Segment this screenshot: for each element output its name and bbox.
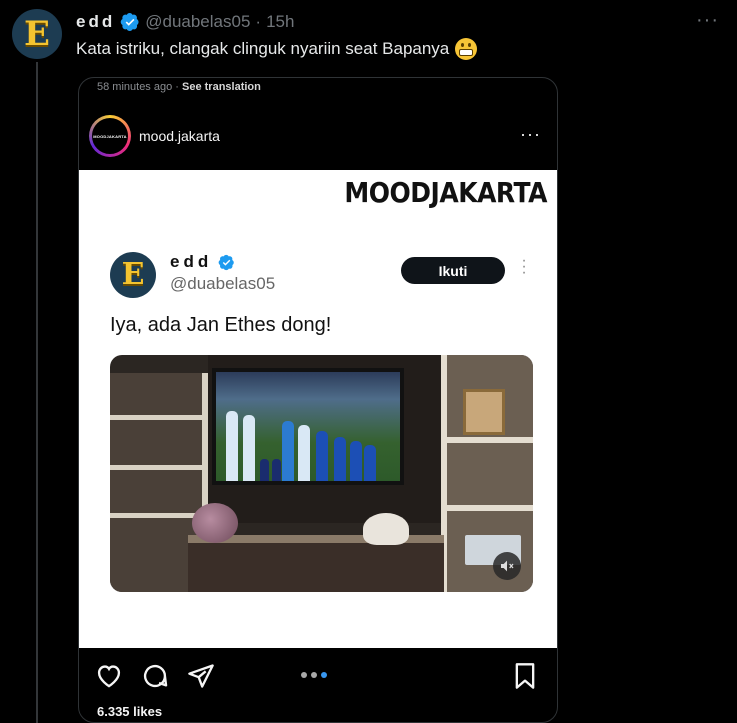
inner-handle: @duabelas05 (170, 274, 276, 293)
ig-more-icon[interactable]: ··· (520, 124, 541, 145)
tweet-text-content: Kata istriku, clangak clinguk nyariin se… (76, 39, 450, 58)
timestamp[interactable]: 15h (266, 12, 294, 32)
separator: · (255, 12, 262, 31)
carousel-dot-active (321, 672, 327, 678)
carousel-dot (301, 672, 307, 678)
verified-badge-icon (120, 13, 139, 31)
follow-button: Ikuti (401, 257, 505, 284)
comment-icon[interactable] (141, 662, 169, 690)
see-translation-link[interactable]: See translation (182, 81, 261, 93)
photo-frame (463, 389, 505, 435)
ig-avatar-text: MOODJAKARTA (93, 133, 127, 139)
media-meta: 58 minutes ago · See translation (97, 81, 261, 93)
white-tureen (363, 513, 409, 545)
tweet-text: Kata istriku, clangak clinguk nyariin se… (76, 38, 478, 60)
bookmark-icon[interactable] (513, 662, 537, 690)
inner-verified-badge-icon (218, 254, 234, 270)
handle[interactable]: @duabelas05 (145, 12, 250, 32)
brand-logo: MOODJAKARTA (344, 176, 547, 209)
ig-avatar[interactable]: MOODJAKARTA (89, 115, 131, 157)
carousel-dot (311, 672, 317, 678)
tv-screen (212, 368, 404, 485)
grimace-emoji-icon (455, 38, 478, 60)
inner-avatar: E (110, 252, 156, 298)
ig-action-bar (79, 652, 557, 696)
pink-vase (192, 503, 238, 543)
tweet-header: edd @duabelas05 · 15h (76, 12, 294, 32)
shelf-right (441, 355, 533, 592)
more-icon[interactable]: ··· (696, 9, 719, 32)
meta-time: 58 minutes ago (97, 81, 173, 93)
display-name[interactable]: edd (76, 12, 115, 32)
video-thumbnail (110, 355, 533, 592)
mute-icon (493, 552, 521, 580)
inner-avatar-letter: E (121, 257, 145, 292)
avatar[interactable]: E (12, 9, 62, 59)
thread-line (36, 62, 38, 723)
likes-count[interactable]: 6.335 likes (97, 704, 162, 719)
tv-cabinet (188, 535, 444, 592)
inner-display-name-text: edd (170, 252, 213, 271)
avatar-letter: E (24, 14, 50, 54)
meta-separator: · (175, 81, 179, 93)
inner-display-name: edd (170, 252, 235, 272)
share-icon[interactable] (187, 662, 215, 690)
ig-header: MOODJAKARTA mood.jakarta ··· (79, 108, 557, 168)
ig-username[interactable]: mood.jakarta (139, 128, 220, 144)
post-image: MOODJAKARTA E edd @duabelas05 Ikuti · · · … (79, 170, 557, 648)
heart-icon[interactable] (95, 662, 123, 688)
inner-tweet-text: Iya, ada Jan Ethes dong! (110, 314, 332, 336)
carousel-dots (301, 672, 327, 678)
inner-more-icon: · · · (521, 252, 527, 281)
media-attachment[interactable]: 58 minutes ago · See translation MOODJAK… (78, 77, 558, 723)
